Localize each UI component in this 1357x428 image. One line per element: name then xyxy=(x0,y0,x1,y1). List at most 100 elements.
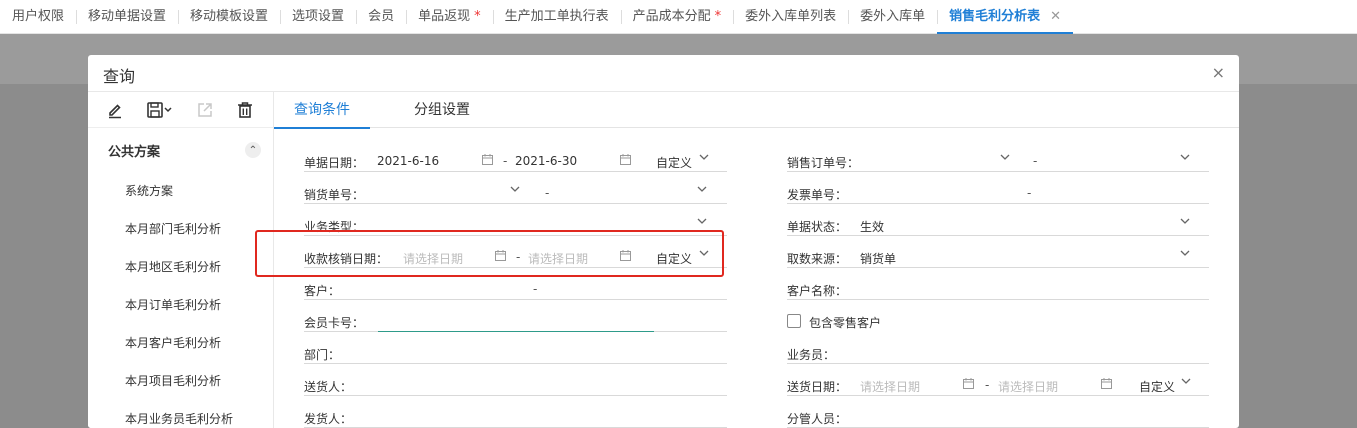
doc-status-label: 单据状态： xyxy=(787,220,848,234)
customer-name-field: 客户名称： xyxy=(787,268,1209,300)
tab-0[interactable]: 用户权限 xyxy=(0,0,76,34)
chevron-down-icon[interactable] xyxy=(1181,376,1191,386)
calendar-icon[interactable] xyxy=(620,154,631,165)
scheme-item[interactable]: 本月业务员毛利分析 xyxy=(88,400,273,428)
tab-label: 生产加工单执行表 xyxy=(504,9,609,24)
doc-status-select[interactable]: 生效 xyxy=(860,218,884,235)
sales-order-no-field: 销售订单号： - xyxy=(787,140,1209,172)
scheme-panel: 公共方案 ⌃ 系统方案 本月部门毛利分析 本月地区毛利分析 本月订单毛利分析 本月客户毛… xyxy=(88,92,274,428)
salesperson-field: 业务员： xyxy=(787,332,1209,364)
data-source-label: 取数来源： xyxy=(787,252,848,266)
export-icon[interactable] xyxy=(196,101,214,119)
receipt-date-to-input[interactable]: 请选择日期 xyxy=(528,250,588,267)
sales-order-no-label: 销售订单号： xyxy=(787,156,860,170)
tab-5[interactable]: 单品返现 * xyxy=(406,0,493,34)
delivery-date-mode-select[interactable]: 自定义 xyxy=(1139,378,1175,395)
biz-type-label: 业务类型： xyxy=(304,220,365,234)
chevron-down-icon[interactable] xyxy=(1000,152,1010,162)
save-icon[interactable] xyxy=(146,101,174,119)
chevron-up-icon[interactable]: ⌃ xyxy=(245,142,261,158)
delivery-date-from-input[interactable]: 请选择日期 xyxy=(860,378,920,395)
scheme-item[interactable]: 本月订单毛利分析 xyxy=(88,286,273,324)
tab-label: 委外入库单 xyxy=(860,9,926,24)
doc-date-to-input[interactable]: 2021-6-30 xyxy=(515,154,577,168)
tab-4[interactable]: 会员 xyxy=(356,0,406,34)
query-dialog: 查询 × 公共方案 ⌃ 系统方案 本月部门毛利分析 本月地区毛利分析 本月订单毛利分析… xyxy=(88,55,1239,428)
salesperson-label: 业务员： xyxy=(787,348,836,362)
doc-date-mode-select[interactable]: 自定义 xyxy=(656,154,692,171)
data-source-field: 取数来源： 销货单 xyxy=(787,236,1209,268)
delivery-no-field: 销货单号： - xyxy=(304,172,727,204)
invoice-no-field: 发票单号： - xyxy=(787,172,1209,204)
receipt-date-from-input[interactable]: 请选择日期 xyxy=(403,250,463,267)
receipt-date-label: 收款核销日期： xyxy=(304,252,389,266)
edit-icon[interactable] xyxy=(106,101,124,119)
calendar-icon[interactable] xyxy=(1101,378,1112,389)
tab-label: 会员 xyxy=(368,9,395,24)
scheme-item[interactable]: 系统方案 xyxy=(88,172,273,210)
chevron-down-icon[interactable] xyxy=(1180,152,1190,162)
chevron-down-icon[interactable] xyxy=(1180,248,1190,258)
doc-date-from-input[interactable]: 2021-6-16 xyxy=(377,154,439,168)
required-star: * xyxy=(714,9,722,24)
chevron-down-icon[interactable] xyxy=(510,184,520,194)
calendar-icon[interactable] xyxy=(620,250,631,261)
dialog-header: 查询 × xyxy=(88,55,1239,92)
tab-8[interactable]: 委外入库单列表 xyxy=(733,0,848,34)
chevron-down-icon[interactable] xyxy=(697,184,707,194)
calendar-icon[interactable] xyxy=(495,250,506,261)
data-source-select[interactable]: 销货单 xyxy=(860,250,896,267)
delete-icon[interactable] xyxy=(236,101,254,119)
tab-label: 产品成本分配 xyxy=(632,9,711,24)
scheme-item[interactable]: 本月部门毛利分析 xyxy=(88,210,273,248)
tab-10[interactable]: 销售毛利分析表 ✕ xyxy=(937,0,1074,34)
doc-status-field: 单据状态： 生效 xyxy=(787,204,1209,236)
tab-label: 选项设置 xyxy=(292,9,345,24)
tab-7[interactable]: 产品成本分配 * xyxy=(620,0,734,34)
scheme-item[interactable]: 本月地区毛利分析 xyxy=(88,248,273,286)
tab-strip: 用户权限 移动单据设置 移动模板设置 选项设置 会员 单品返现 * 生产加工单执行表 产品成本分… xyxy=(0,0,1357,34)
member-card-field: 会员卡号： xyxy=(304,300,727,332)
public-scheme-group[interactable]: 公共方案 ⌃ xyxy=(88,128,273,172)
delivery-date-field: 送货日期： 请选择日期 - 请选择日期 自定义 xyxy=(787,364,1209,396)
manager-field: 分管人员： xyxy=(787,396,1209,428)
tab-query-conditions[interactable]: 查询条件 xyxy=(274,92,370,129)
receipt-date-mode-select[interactable]: 自定义 xyxy=(656,250,692,267)
chevron-down-icon[interactable] xyxy=(699,248,709,258)
calendar-icon[interactable] xyxy=(482,154,493,165)
range-separator: - xyxy=(503,154,508,168)
chevron-down-icon[interactable] xyxy=(1180,216,1190,226)
tab-9[interactable]: 委外入库单 xyxy=(848,0,937,34)
tab-1[interactable]: 移动单据设置 xyxy=(76,0,178,34)
tab-group-settings[interactable]: 分组设置 xyxy=(396,92,488,128)
chevron-down-icon[interactable] xyxy=(697,216,707,226)
range-separator: - xyxy=(985,378,990,392)
include-retail-label: 包含零售客户 xyxy=(809,316,882,330)
include-retail-field: 包含零售客户 xyxy=(787,300,1209,332)
shipper-field: 发货人： xyxy=(304,396,727,428)
close-icon[interactable]: × xyxy=(1212,63,1225,82)
calendar-icon[interactable] xyxy=(963,378,974,389)
tab-label: 销售毛利分析表 xyxy=(949,9,1041,24)
member-card-label: 会员卡号： xyxy=(304,316,365,330)
delivery-date-to-input[interactable]: 请选择日期 xyxy=(998,378,1058,395)
tab-2[interactable]: 移动模板设置 xyxy=(178,0,280,34)
include-retail-checkbox[interactable] xyxy=(787,314,801,328)
chevron-down-icon[interactable] xyxy=(699,152,709,162)
range-separator: - xyxy=(516,250,521,264)
tab-label: 单品返现 xyxy=(418,9,471,24)
tab-6[interactable]: 生产加工单执行表 xyxy=(492,0,621,34)
scheme-item[interactable]: 本月客户毛利分析 xyxy=(88,324,273,362)
scheme-item[interactable]: 本月项目毛利分析 xyxy=(88,362,273,400)
doc-date-field: 单据日期： 2021-6-16 - 2021-6-30 自定义 xyxy=(304,140,727,172)
tab-3[interactable]: 选项设置 xyxy=(280,0,356,34)
deliverer-label: 送货人： xyxy=(304,380,353,394)
tab-label: 移动模板设置 xyxy=(190,9,269,24)
manager-label: 分管人员： xyxy=(787,412,848,426)
customer-label: 客户： xyxy=(304,284,341,298)
department-field: 部门： xyxy=(304,332,727,364)
tab-label: 用户权限 xyxy=(12,9,65,24)
close-icon[interactable]: ✕ xyxy=(1050,0,1061,34)
delivery-no-label: 销货单号： xyxy=(304,188,365,202)
department-label: 部门： xyxy=(304,348,341,362)
